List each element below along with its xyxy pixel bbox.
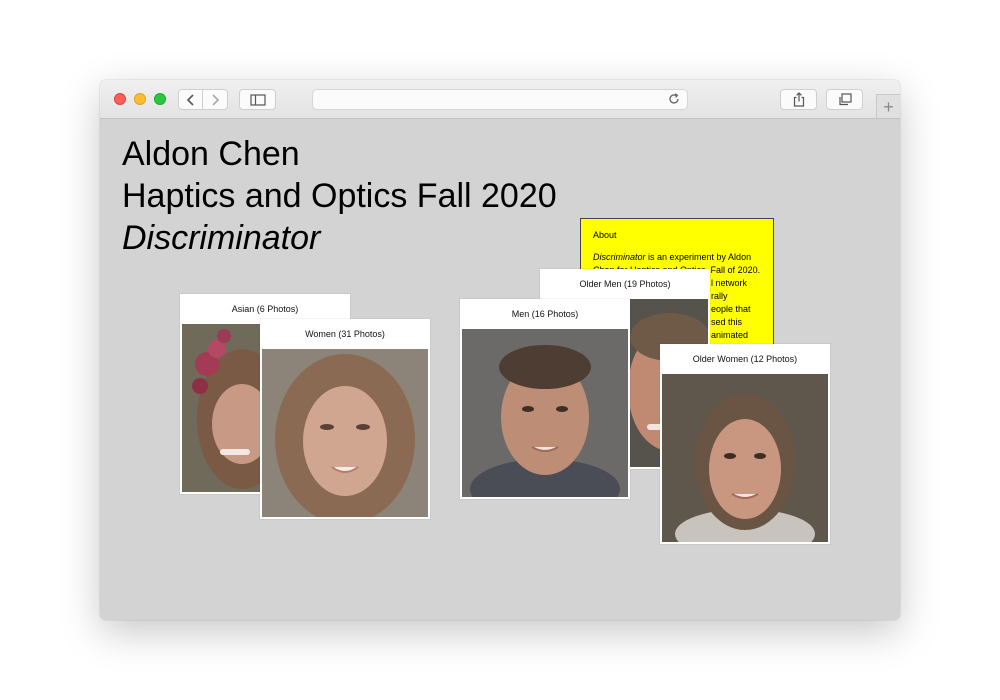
card-caption: Women (31 Photos) [305, 329, 385, 339]
card-caption: Older Women (12 Photos) [692, 354, 798, 364]
plus-icon: + [883, 96, 894, 117]
browser-toolbar: + [100, 80, 900, 119]
share-button[interactable] [780, 89, 817, 110]
zoom-window-button[interactable] [154, 93, 166, 105]
close-window-button[interactable] [114, 93, 126, 105]
about-title: About [593, 230, 617, 240]
reload-icon[interactable] [667, 92, 681, 106]
sidebar-icon [249, 93, 266, 106]
back-button[interactable] [178, 89, 203, 110]
card-caption: Men (16 Photos) [511, 309, 579, 319]
face-photo [662, 374, 828, 542]
tab-overview-button[interactable] [826, 89, 863, 110]
page-content: Aldon Chen Haptics and Optics Fall 2020 … [100, 119, 900, 620]
browser-window: + Aldon Chen Haptics and Optics Fall 202… [100, 80, 900, 620]
share-icon [793, 92, 804, 107]
chevron-right-icon [212, 93, 220, 106]
page-title: Aldon Chen [122, 135, 300, 173]
chevron-left-icon [186, 93, 194, 106]
card-caption: Older Men (19 Photos) [579, 279, 671, 289]
face-photo [262, 349, 428, 517]
address-bar[interactable] [312, 89, 688, 110]
project-title: Discriminator [122, 219, 321, 257]
minimize-window-button[interactable] [134, 93, 146, 105]
photo-card-women[interactable]: Women (31 Photos) [260, 319, 430, 519]
page-heading: Aldon Chen Haptics and Optics Fall 2020 … [122, 133, 557, 259]
forward-button[interactable] [203, 89, 228, 110]
photo-card-older-women[interactable]: Older Women (12 Photos) [660, 344, 830, 544]
sidebar-toggle-button[interactable] [239, 89, 276, 110]
about-line: Discriminator is an experiment by Aldon [593, 252, 752, 262]
face-photo [462, 329, 628, 497]
photo-card-men[interactable]: Men (16 Photos) [460, 299, 630, 499]
tabs-overview-icon [838, 93, 852, 106]
course-title: Haptics and Optics Fall 2020 [122, 177, 557, 215]
new-tab-button[interactable]: + [876, 94, 900, 118]
